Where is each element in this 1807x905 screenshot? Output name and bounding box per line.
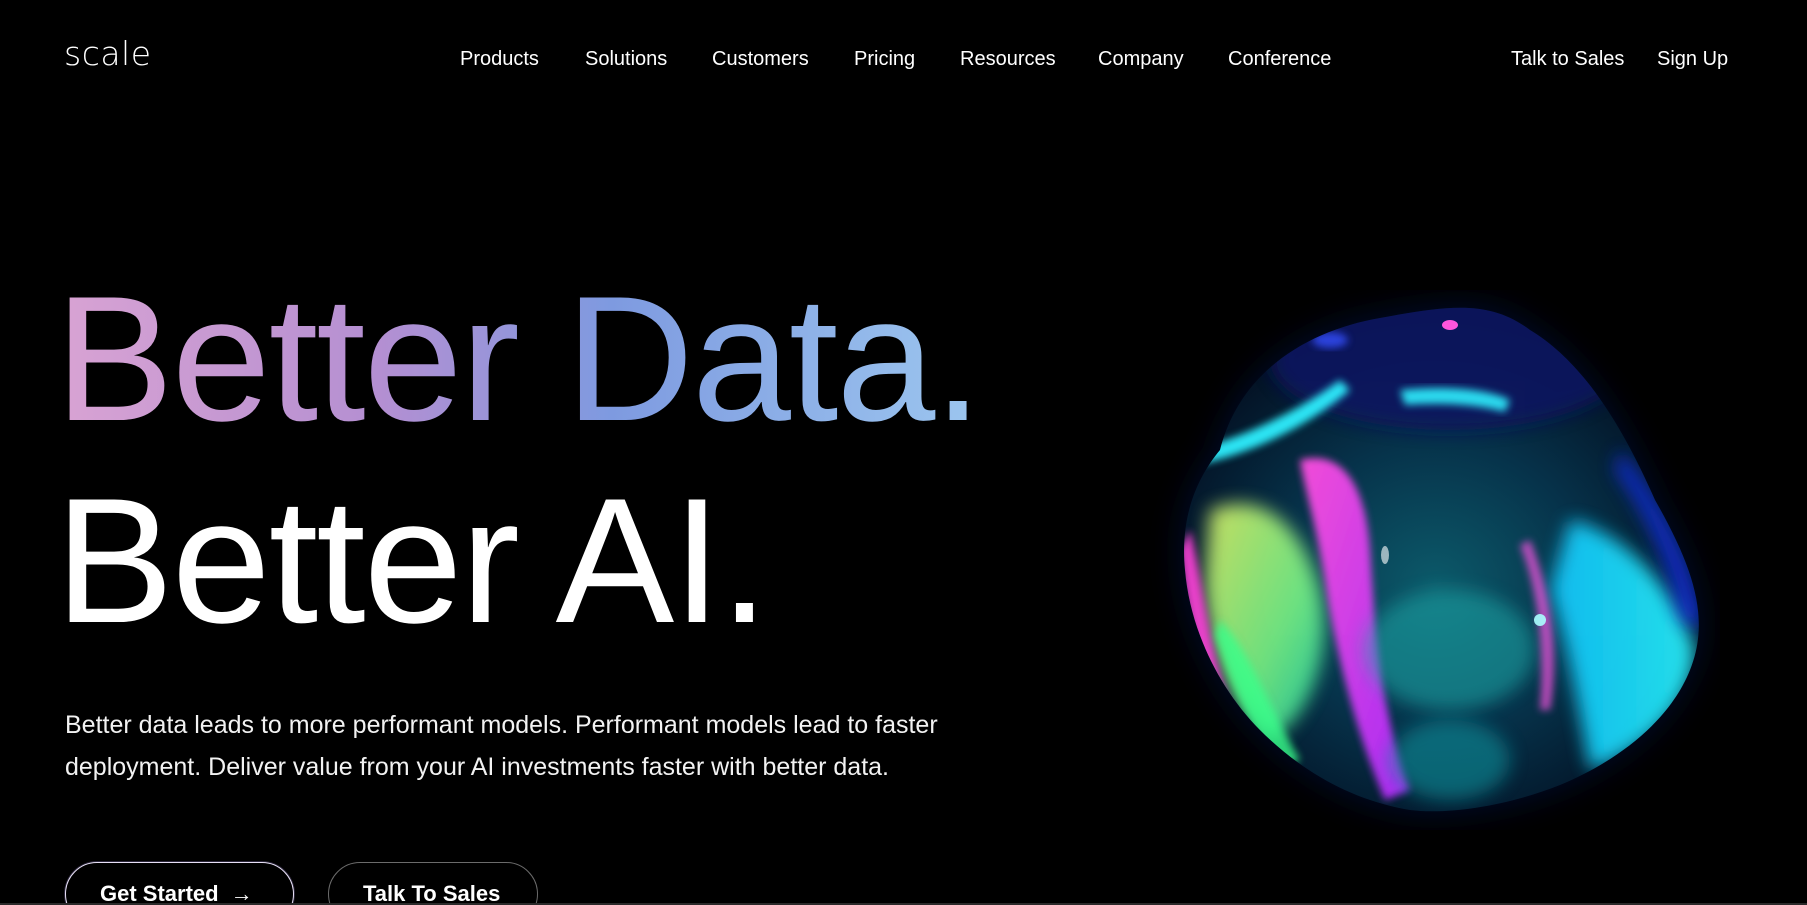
nav-conference[interactable]: Conference bbox=[1228, 44, 1331, 74]
main-nav: Products Solutions Customers Pricing Res… bbox=[0, 44, 1807, 74]
nav-resources[interactable]: Resources bbox=[960, 44, 1056, 74]
nav-pricing[interactable]: Pricing bbox=[854, 44, 915, 74]
talk-to-sales-label: Talk To Sales bbox=[363, 881, 501, 905]
arrow-right-icon: → bbox=[230, 881, 253, 905]
landing-page: scale Products Solutions Customers Prici… bbox=[0, 0, 1807, 905]
talk-to-sales-link[interactable]: Talk to Sales bbox=[1511, 44, 1624, 74]
iridescent-blob-image bbox=[1150, 290, 1720, 830]
hero-headline-line1: Better Data. bbox=[55, 259, 983, 458]
sign-up-link[interactable]: Sign Up bbox=[1657, 44, 1728, 74]
nav-products[interactable]: Products bbox=[460, 44, 539, 74]
nav-company[interactable]: Company bbox=[1098, 44, 1184, 74]
talk-to-sales-button[interactable]: Talk To Sales bbox=[328, 862, 538, 905]
hero-headline-line2: Better AI. bbox=[55, 461, 769, 660]
nav-customers[interactable]: Customers bbox=[712, 44, 809, 74]
nav-solutions[interactable]: Solutions bbox=[585, 44, 667, 74]
site-header: scale Products Solutions Customers Prici… bbox=[0, 0, 1807, 120]
hero-subtext: Better data leads to more performant mod… bbox=[65, 711, 938, 781]
get-started-label: Get Started bbox=[100, 881, 219, 905]
get-started-button[interactable]: Get Started → bbox=[65, 862, 294, 905]
